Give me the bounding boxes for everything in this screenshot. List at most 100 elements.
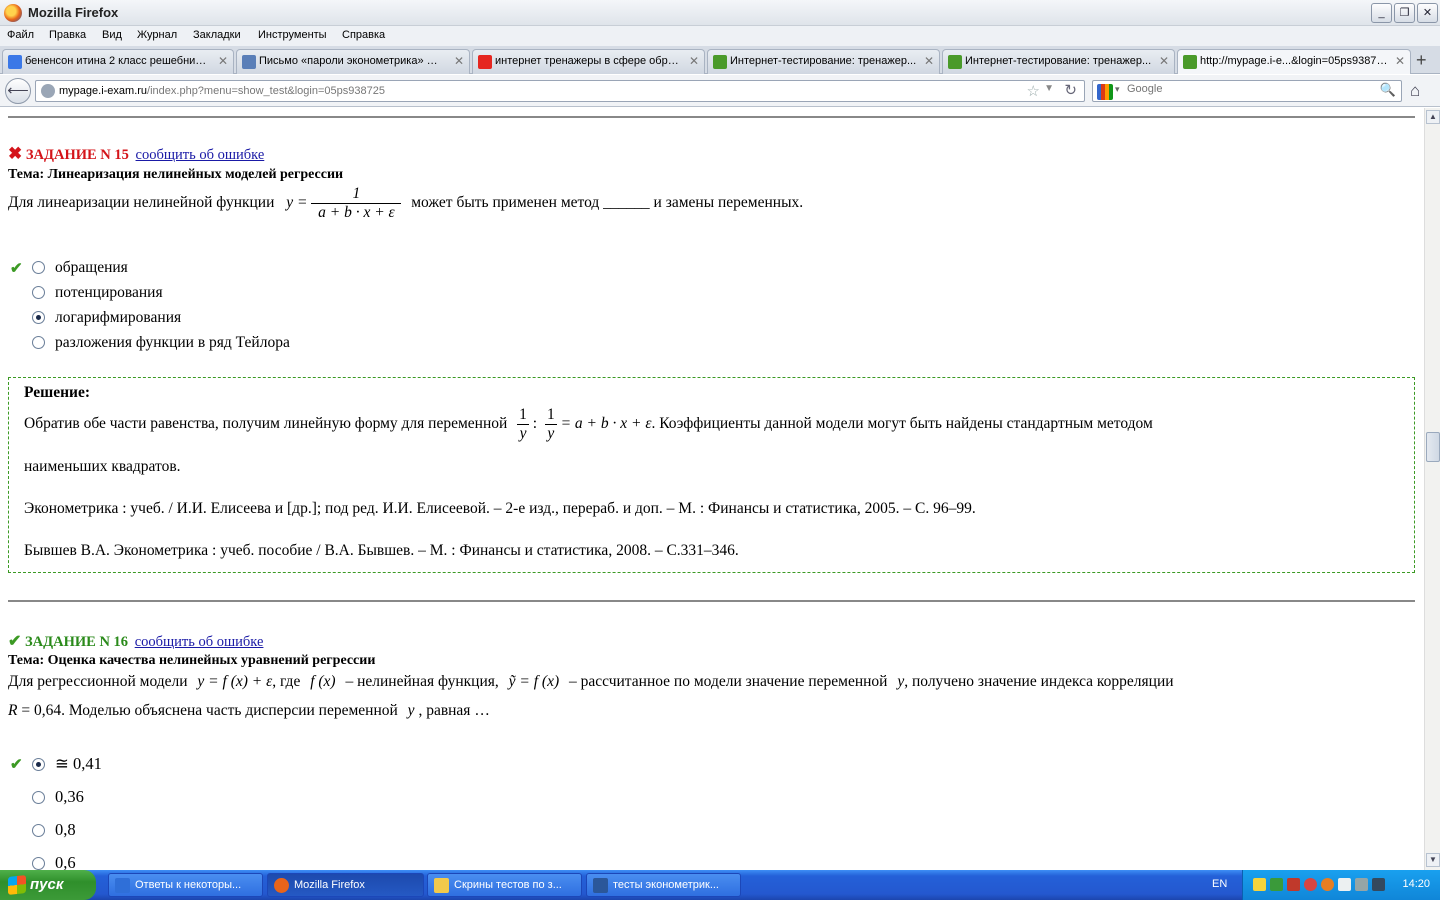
option-label: разложения функции в ряд Тейлора — [55, 334, 290, 351]
url-text[interactable]: mypage.i-exam.ru/index.php?menu=show_tes… — [59, 85, 385, 97]
tab-close-icon[interactable]: ✕ — [924, 54, 934, 68]
volume-icon[interactable] — [1338, 878, 1351, 891]
bookmark-star-icon[interactable]: ☆ — [1027, 82, 1040, 100]
tab[interactable]: интернет тренажеры в сфере обра... ✕ — [472, 49, 705, 74]
tab[interactable]: Интернет-тестирование: тренажер... ✕ — [942, 49, 1175, 74]
taskbar-item[interactable]: Ответы к некоторы... — [108, 873, 263, 897]
tab-close-icon[interactable]: ✕ — [218, 54, 228, 68]
formula-denominator: y — [547, 425, 555, 442]
url-bar[interactable]: mypage.i-exam.ru/index.php?menu=show_tes… — [35, 80, 1085, 102]
back-button[interactable]: ⟵ — [5, 78, 31, 104]
answer-option[interactable]: обращения — [32, 259, 128, 279]
tray-app-icon[interactable] — [1270, 878, 1283, 891]
maximize-button[interactable]: ❐ — [1394, 3, 1415, 23]
radio-button-selected[interactable] — [32, 757, 45, 771]
tab-close-icon[interactable]: ✕ — [454, 54, 464, 68]
close-button[interactable]: ✕ — [1417, 3, 1438, 23]
tab-close-icon[interactable]: ✕ — [689, 54, 699, 68]
menu-edit[interactable]: Правка — [49, 29, 86, 41]
menu-history[interactable]: Журнал — [137, 29, 177, 41]
formula-rhs: = a + b · x + ε — [560, 415, 652, 433]
google-favicon-icon — [8, 55, 22, 69]
tab-label: интернет тренажеры в сфере обра... — [495, 55, 682, 67]
radio-button[interactable] — [32, 260, 45, 274]
option-label: ≅ 0,41 — [55, 754, 102, 773]
radio-button[interactable] — [32, 823, 45, 837]
taskbar-item[interactable]: Скрины тестов по з... — [427, 873, 582, 897]
answer-option[interactable]: разложения функции в ряд Тейлора — [32, 334, 290, 354]
search-engine-dropdown-icon[interactable]: ▾ — [1115, 84, 1120, 95]
windows-taskbar: пуск Ответы к некоторы... Mozilla Firefo… — [0, 870, 1440, 900]
radio-button[interactable] — [32, 335, 45, 349]
search-input[interactable] — [1127, 83, 1377, 95]
tray-app-icon[interactable] — [1253, 878, 1266, 891]
answer-option[interactable]: 0,6 — [32, 853, 76, 870]
iexam-favicon-icon — [1183, 55, 1197, 69]
question-text: , равная … — [418, 702, 490, 719]
start-label: пуск — [30, 876, 64, 893]
radio-button[interactable] — [32, 856, 45, 870]
menu-bookmarks[interactable]: Закладки — [193, 29, 241, 41]
report-error-link[interactable]: сообщить об ошибке — [136, 147, 265, 163]
tab[interactable]: бененсон итина 2 класс решебник с... ✕ — [2, 49, 234, 74]
answer-option[interactable]: 0,36 — [32, 787, 84, 807]
search-icon[interactable]: 🔍 — [1380, 82, 1396, 98]
tray-app-icon[interactable] — [1321, 878, 1334, 891]
tab-close-icon[interactable]: ✕ — [1395, 54, 1405, 68]
radio-button-selected[interactable] — [32, 310, 45, 324]
menu-tools[interactable]: Инструменты — [258, 29, 327, 41]
answer-option[interactable]: логарифмирования — [32, 309, 181, 329]
tab[interactable]: Интернет-тестирование: тренажер... ✕ — [707, 49, 940, 74]
taskbar-item[interactable]: тесты эконометрик... — [586, 873, 741, 897]
tray-app-icon[interactable] — [1372, 878, 1385, 891]
report-error-link[interactable]: сообщить об ошибке — [135, 634, 264, 650]
new-tab-button[interactable]: + — [1416, 50, 1427, 71]
google-search-engine-icon[interactable] — [1097, 84, 1113, 100]
language-indicator[interactable]: EN — [1212, 878, 1227, 890]
tab-close-icon[interactable]: ✕ — [1159, 54, 1169, 68]
tab-label: Письмо «пароли эконометрика» — ... — [259, 55, 447, 67]
system-tray: 14:20 — [1242, 870, 1440, 900]
option-label: 0,36 — [55, 787, 84, 806]
menu-view[interactable]: Вид — [102, 29, 122, 41]
answer-option[interactable]: 0,8 — [32, 820, 76, 840]
formula-colon: : — [532, 415, 538, 433]
formula-fraction: 1 y — [517, 406, 529, 443]
clock[interactable]: 14:20 — [1402, 878, 1430, 890]
menu-file[interactable]: Файл — [7, 29, 34, 41]
scroll-up-icon[interactable]: ▲ — [1426, 110, 1440, 124]
network-icon[interactable] — [1355, 878, 1368, 891]
option-label: потенцирования — [55, 284, 163, 301]
home-icon[interactable]: ⌂ — [1410, 81, 1420, 101]
search-bar[interactable]: ▾ 🔍 — [1092, 80, 1402, 102]
reference-2: Бывшев В.А. Эконометрика : учеб. пособие… — [24, 542, 739, 559]
menu-help[interactable]: Справка — [342, 29, 385, 41]
divider — [8, 116, 1415, 118]
site-identity-icon[interactable] — [41, 84, 55, 98]
radio-button[interactable] — [32, 790, 45, 804]
radio-button[interactable] — [32, 285, 45, 299]
task-15-header: ✖ ЗАДАНИЕ N 15 сообщить об ошибке — [8, 144, 264, 164]
scroll-down-icon[interactable]: ▼ — [1426, 853, 1440, 867]
tray-app-icon[interactable] — [1287, 878, 1300, 891]
tab-active[interactable]: http://mypage.i-e...&login=05ps938725 ✕ — [1177, 49, 1411, 74]
url-dropdown-icon[interactable]: ▼ — [1044, 83, 1054, 94]
correct-answer-check-icon: ✔ — [10, 261, 23, 277]
task-topic: Тема: Оценка качества нелинейных уравнен… — [8, 653, 376, 668]
taskbar-item-active[interactable]: Mozilla Firefox — [267, 873, 424, 897]
minimize-button[interactable]: _ — [1371, 3, 1392, 23]
solution-line: Обратив обе части равенства, получим лин… — [24, 406, 1153, 443]
internet-explorer-icon — [115, 878, 130, 893]
task-topic: Тема: Линеаризация нелинейных моделей ре… — [8, 167, 344, 182]
scrollbar-thumb[interactable] — [1426, 432, 1440, 462]
start-button[interactable]: пуск — [0, 870, 96, 900]
tab-label: бененсон итина 2 класс решебник с... — [25, 55, 211, 67]
tray-app-icon[interactable] — [1304, 878, 1317, 891]
tab[interactable]: Письмо «пароли эконометрика» — ... ✕ — [236, 49, 470, 74]
answer-option[interactable]: потенцирования — [32, 284, 163, 304]
solution-text: . Коэффициенты данной модели могут быть … — [651, 415, 1153, 433]
vertical-scrollbar[interactable]: ▲ ▼ — [1424, 108, 1440, 870]
question-text: , где — [272, 673, 301, 690]
reload-icon[interactable]: ↻ — [1064, 81, 1077, 99]
answer-option[interactable]: ≅ 0,41 — [32, 754, 102, 774]
